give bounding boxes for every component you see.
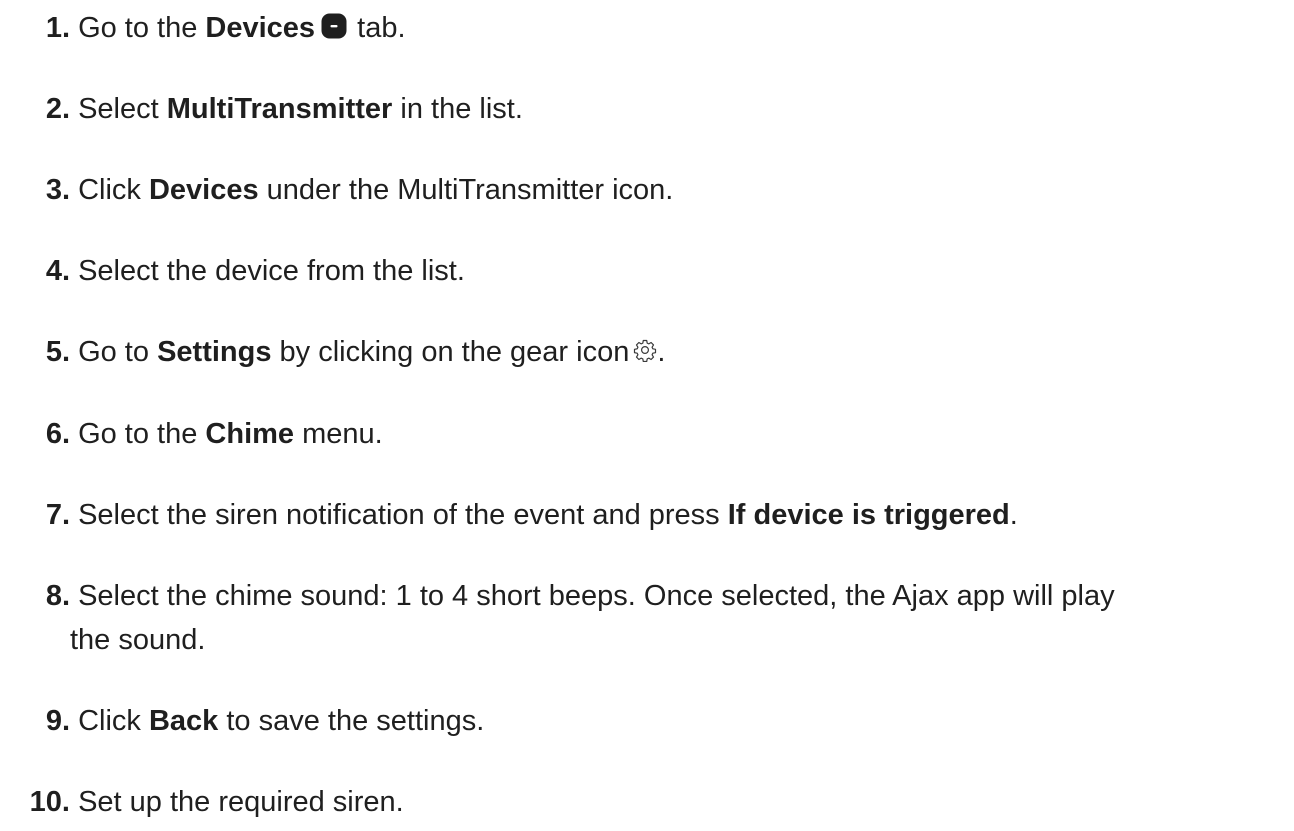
step-text: Click xyxy=(78,705,149,737)
step-bold-term: Devices xyxy=(148,174,259,206)
step-text: Select the device from the list. xyxy=(78,255,465,287)
step-number: 1. xyxy=(45,12,70,44)
step-3: 3. Click Devices under the MultiTransmit… xyxy=(0,168,1270,212)
step-number: 10. xyxy=(29,786,70,818)
step-text: under the MultiTransmitter icon. xyxy=(258,174,674,206)
step-8: 8. Select the chime sound: 1 to 4 short … xyxy=(0,574,1270,662)
step-text: Go to xyxy=(78,336,158,368)
step-number: 5. xyxy=(45,336,70,368)
step-text: in the list. xyxy=(392,93,523,125)
step-text-continued: the sound. xyxy=(70,624,206,656)
step-text: . xyxy=(1009,499,1018,531)
step-9: 9. Click Back to save the settings. xyxy=(0,699,1270,743)
step-6: 6. Go to the Chime menu. xyxy=(0,412,1270,456)
step-bold-term: Devices xyxy=(205,12,316,44)
step-7: 7. Select the siren notification of the … xyxy=(0,493,1270,537)
step-10: 10. Set up the required siren. xyxy=(0,780,1270,824)
step-bold-term: MultiTransmitter xyxy=(166,93,393,125)
step-number: 2. xyxy=(45,93,70,125)
step-text: Select the siren notification of the eve… xyxy=(78,499,728,531)
step-text: Click xyxy=(78,174,149,206)
step-text: Select the chime sound: 1 to 4 short bee… xyxy=(78,580,1115,612)
step-4: 4. Select the device from the list. xyxy=(0,249,1270,293)
step-text: tab. xyxy=(349,12,406,44)
instruction-steps: 1. Go to the Devices tab. 2. Select Mult… xyxy=(0,0,1294,831)
step-bold-term: Back xyxy=(148,705,219,737)
step-2: 2. Select MultiTransmitter in the list. xyxy=(0,87,1270,131)
step-number: 8. xyxy=(45,580,70,612)
step-number: 9. xyxy=(45,705,70,737)
step-bold-term: Settings xyxy=(157,336,272,368)
step-5: 5. Go to Settings by clicking on the gea… xyxy=(0,330,1270,374)
step-text: Go to the xyxy=(78,12,206,44)
step-text: menu. xyxy=(294,418,383,450)
devices-tab-icon xyxy=(321,13,347,39)
step-text: Go to the xyxy=(78,418,206,450)
step-text: Set up the required siren. xyxy=(78,786,404,818)
step-text: to save the settings. xyxy=(218,705,485,737)
step-text: . xyxy=(657,336,666,368)
gear-icon xyxy=(634,340,657,363)
step-number: 3. xyxy=(45,174,70,206)
step-number: 7. xyxy=(45,499,70,531)
step-bold-term: Chime xyxy=(205,418,295,450)
step-text: Select xyxy=(78,93,167,125)
step-number: 4. xyxy=(45,255,70,287)
step-number: 6. xyxy=(45,418,70,450)
step-bold-term: If device is triggered xyxy=(727,499,1010,531)
step-text: by clicking on the gear icon xyxy=(271,336,630,368)
step-1: 1. Go to the Devices tab. xyxy=(0,6,1270,50)
